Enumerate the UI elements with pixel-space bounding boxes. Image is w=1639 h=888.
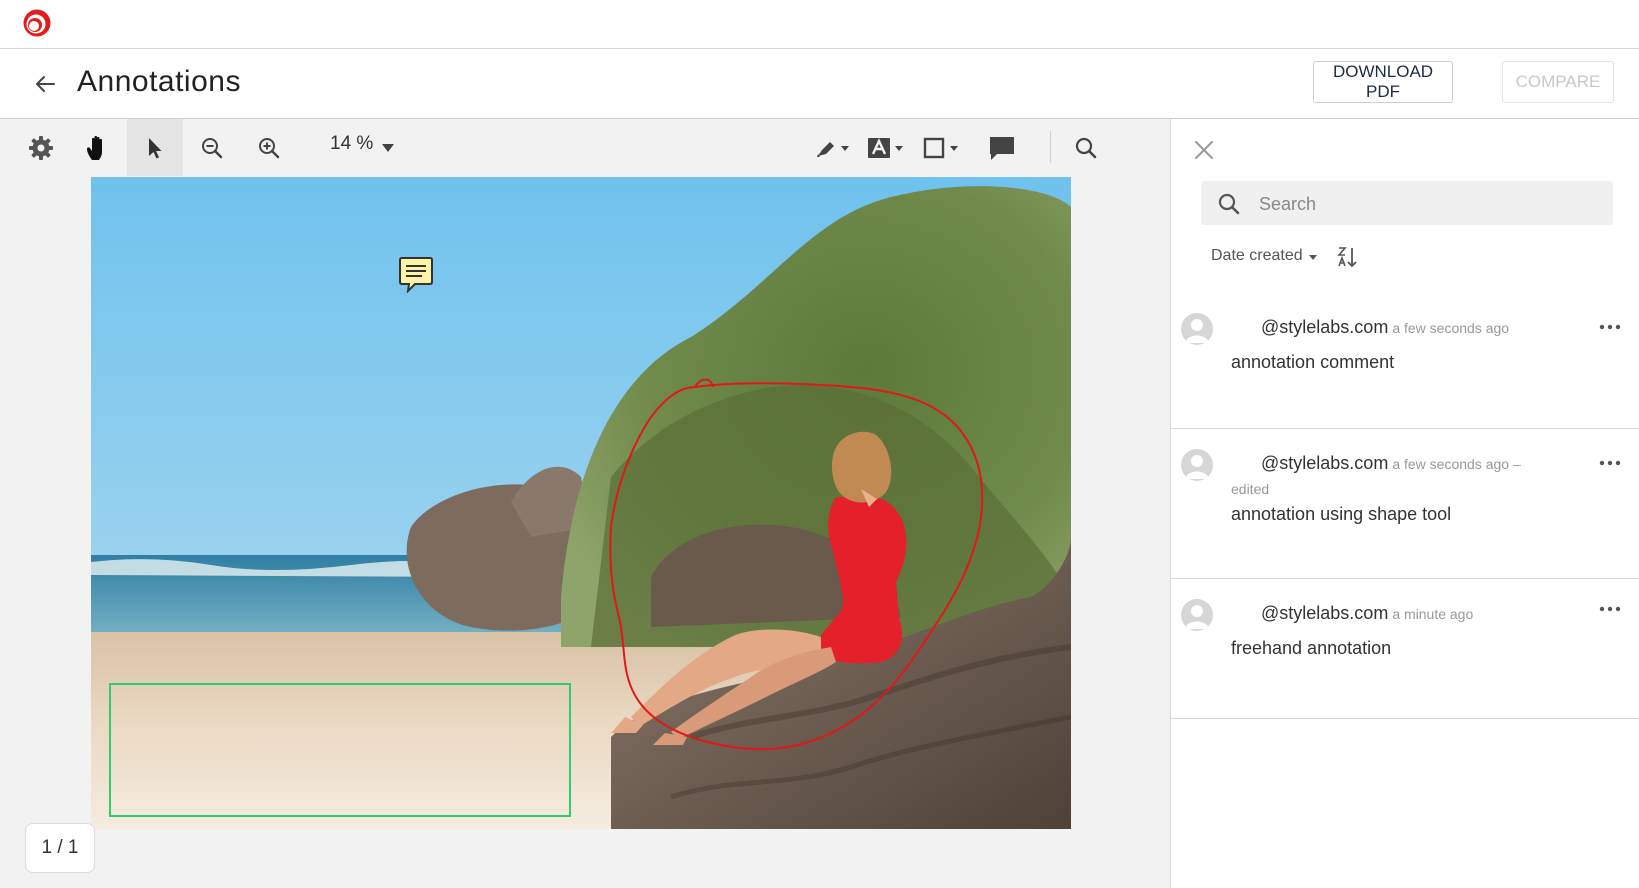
text-tool[interactable] <box>864 119 908 176</box>
sort-label: Date created <box>1211 247 1303 264</box>
zoom-dropdown[interactable] <box>378 119 398 176</box>
download-pdf-button[interactable]: DOWNLOAD PDF <box>1313 61 1453 103</box>
zoom-level[interactable]: 14 % <box>330 133 373 155</box>
annotations-search <box>1201 181 1613 227</box>
top-bar <box>0 0 1639 49</box>
zoom-out-icon[interactable] <box>200 136 224 160</box>
page-title: Annotations <box>77 65 241 98</box>
comment-item[interactable]: @stylelabs.com a few seconds ago annotati… <box>1171 293 1639 429</box>
comment-username: @stylelabs.com <box>1261 453 1389 473</box>
shape-tool-icon[interactable] <box>922 136 962 160</box>
avatar-icon <box>1181 313 1213 345</box>
gear-icon[interactable] <box>28 135 54 161</box>
back-arrow-icon[interactable] <box>30 69 60 99</box>
more-options-icon[interactable] <box>1599 459 1621 467</box>
search-icon <box>1218 193 1240 215</box>
highlighter-icon[interactable] <box>814 136 852 160</box>
comment-text: annotation using shape tool <box>1231 504 1452 524</box>
comment-text: annotation comment <box>1231 352 1395 372</box>
sort-descending-icon[interactable] <box>1337 245 1359 269</box>
zoom-in-icon[interactable] <box>257 136 281 160</box>
search-icon[interactable] <box>1074 136 1098 160</box>
comment-author: @stylelabs.com a few seconds ago – <box>1261 453 1521 474</box>
avatar-icon <box>1181 599 1213 631</box>
sticky-note-icon[interactable] <box>398 257 434 293</box>
page-header: Annotations DOWNLOAD PDF COMPARE <box>0 49 1639 119</box>
select-tool[interactable] <box>127 119 183 176</box>
comment-timestamp: a few seconds ago – <box>1392 456 1521 472</box>
toolbar-divider <box>1050 131 1051 163</box>
comment-tool-icon[interactable] <box>988 135 1016 161</box>
document-viewer: 14 % 1 / 1 <box>0 119 1170 888</box>
comment-edited-label: edited <box>1231 481 1270 497</box>
document-page[interactable] <box>91 177 1071 829</box>
comment-text: freehand annotation <box>1231 638 1392 658</box>
app-logo-icon[interactable] <box>22 8 52 38</box>
comment-author: @stylelabs.com a minute ago <box>1261 603 1473 624</box>
comment-timestamp: a minute ago <box>1392 606 1474 622</box>
comment-item[interactable]: @stylelabs.com a few seconds ago – edited… <box>1171 429 1639 579</box>
avatar-icon <box>1181 449 1213 481</box>
search-input[interactable] <box>1257 181 1601 227</box>
sort-dropdown[interactable]: Date created <box>1211 247 1317 265</box>
comment-timestamp: a few seconds ago <box>1392 320 1510 336</box>
highlighter-tool[interactable] <box>812 119 854 176</box>
compare-button[interactable]: COMPARE <box>1502 61 1614 103</box>
hand-pan-icon[interactable] <box>85 134 111 162</box>
viewer-toolbar: 14 % <box>0 119 1170 176</box>
zoom-in-tool[interactable] <box>250 119 288 176</box>
shape-tool[interactable] <box>920 119 964 176</box>
viewer-search-tool[interactable] <box>1066 119 1106 176</box>
text-tool-icon[interactable] <box>866 136 906 160</box>
comment-username: @stylelabs.com <box>1261 317 1389 337</box>
close-icon[interactable] <box>1193 139 1215 161</box>
pan-tool[interactable] <box>78 119 118 176</box>
more-options-icon[interactable] <box>1599 323 1621 331</box>
more-options-icon[interactable] <box>1599 605 1621 613</box>
page-indicator: 1 / 1 <box>25 823 95 873</box>
comment-item[interactable]: @stylelabs.com a minute ago freehand anno… <box>1171 579 1639 719</box>
shape-annotation-rectangle[interactable] <box>109 683 571 817</box>
comment-author: @stylelabs.com a few seconds ago <box>1261 317 1509 338</box>
comment-username: @stylelabs.com <box>1261 603 1389 623</box>
settings-tool[interactable] <box>22 119 60 176</box>
annotations-panel: Date created @stylelabs.coma few seconds… <box>1170 119 1639 888</box>
caret-down-icon <box>1308 254 1317 260</box>
pointer-icon[interactable] <box>146 136 164 160</box>
caret-down-icon[interactable] <box>381 143 395 153</box>
zoom-out-tool[interactable] <box>193 119 231 176</box>
comment-tool[interactable] <box>982 119 1022 176</box>
